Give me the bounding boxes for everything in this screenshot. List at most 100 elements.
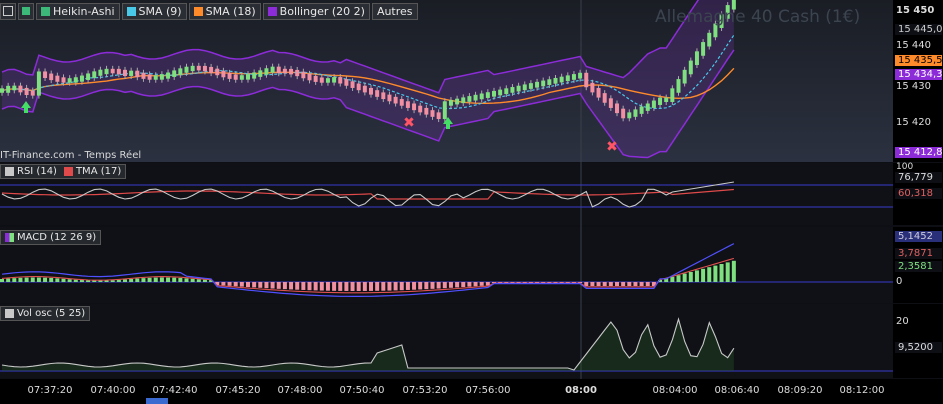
rsi-legend[interactable]: RSI (14) TMA (17) [0, 164, 127, 179]
heikin-ashi-candle [141, 72, 146, 79]
heikin-ashi-candle [658, 97, 663, 105]
macd-histogram-bar [362, 282, 367, 291]
macd-histogram-bar [356, 282, 361, 291]
heikin-ashi-candle [135, 70, 140, 78]
macd-histogram-bar [0, 279, 4, 282]
macd-histogram-bar [190, 278, 195, 282]
time-label: 07:56:00 [465, 385, 511, 396]
other-indicators-button[interactable]: Autres [371, 2, 418, 20]
heikin-ashi-candle [694, 51, 699, 66]
macd-histogram-bar [332, 282, 337, 291]
macd-histogram-bar [178, 278, 183, 282]
macd-histogram-bar [55, 278, 60, 282]
heikin-ashi-candle [369, 87, 373, 95]
heikin-ashi-candle [184, 66, 189, 73]
heikin-ashi-candle [325, 78, 330, 83]
heikin-ashi-candle [707, 32, 712, 47]
macd-histogram-bar [344, 282, 349, 291]
macd-legend[interactable]: MACD (12 26 9) [0, 230, 102, 245]
heikin-swatch-icon [41, 6, 50, 16]
macd-histogram-bar [590, 282, 595, 286]
macd-histogram-bar [61, 278, 66, 282]
macd-histogram-bar [602, 282, 607, 286]
heikin-ashi-candle [584, 72, 589, 88]
indicator-heikin-ashi[interactable]: Heikin-Ashi [36, 2, 120, 20]
heikin-ashi-candle [461, 97, 466, 104]
macd-histogram-bar [233, 282, 238, 287]
macd-histogram-bar [295, 282, 300, 290]
macd-histogram-bar [707, 267, 712, 282]
sma9-swatch-icon [126, 6, 136, 16]
heikin-ashi-candle [209, 66, 214, 74]
heikin-ashi-candle [252, 72, 257, 79]
heikin-ashi-candle [190, 65, 195, 72]
heikin-ashi-candle [485, 92, 490, 98]
macd-histogram-bar [18, 277, 23, 282]
indicator-sma-9[interactable]: SMA (9) [121, 2, 187, 20]
heikin-ashi-candle [399, 99, 404, 106]
macd-histogram-bar [301, 282, 306, 290]
sma9-value-tag: 15 445,0 [895, 24, 942, 35]
macd-histogram-bar [153, 277, 158, 282]
macd-histogram-bar [725, 262, 730, 282]
macd-histogram-bar [258, 282, 263, 288]
heikin-ashi-candle [159, 74, 164, 80]
heikin-ashi-candle [196, 65, 201, 71]
heikin-ashi-candle [233, 74, 238, 80]
macd-histogram-bar [227, 282, 232, 286]
heikin-ashi-candle [701, 42, 706, 56]
time-label: 08:06:40 [714, 385, 760, 396]
macd-histogram-bar [608, 282, 613, 286]
indicator-sma-18[interactable]: SMA (18) [188, 2, 261, 20]
heikin-ashi-candle [535, 81, 540, 88]
macd-histogram-bar [159, 277, 164, 282]
macd-histogram-bar [645, 282, 650, 286]
macd-histogram-bar [676, 275, 681, 282]
macd-histogram-bar [479, 282, 484, 286]
macd-histogram-bar [73, 279, 78, 282]
heikin-ashi-candle [541, 80, 546, 87]
time-label: 07:42:40 [152, 385, 198, 396]
macd-histogram-bar [49, 277, 54, 282]
heikin-ashi-candle [430, 110, 435, 117]
macd-histogram-bar [682, 273, 687, 282]
time-label: 07:48:00 [277, 385, 323, 396]
heikin-ashi-candle [92, 71, 97, 78]
heikin-ashi-candle [479, 93, 484, 100]
heikin-ashi-candle [688, 60, 693, 75]
indicator-label: SMA (9) [138, 4, 182, 18]
heikin-ashi-candle [55, 75, 60, 82]
heikin-ashi-candle [651, 100, 656, 108]
vol-osc-legend[interactable]: Vol osc (5 25) [0, 306, 91, 321]
macd-histogram-bar [172, 277, 177, 282]
indicator-bollinger[interactable]: Bollinger (20 2) [262, 2, 370, 20]
macd-histogram-bar [430, 282, 435, 289]
macd-histogram-bar [147, 277, 152, 282]
tma-value-tag: 60,318 [895, 188, 942, 199]
heikin-ashi-candle [424, 107, 429, 115]
heikin-ashi-candle [362, 85, 367, 93]
heikin-ashi-candle [590, 82, 595, 93]
heikin-ashi-candle [258, 70, 263, 77]
bb-upper-value-tag: 15 434,3 [895, 69, 942, 80]
macd-histogram-bar [141, 278, 146, 282]
macd-label: MACD (12 26 9) [17, 232, 97, 243]
macd-histogram-bar [6, 278, 11, 282]
macd-histogram-bar [135, 278, 140, 282]
macd-histogram-bar [442, 282, 447, 289]
macd-histogram-bar [461, 282, 466, 288]
macd-histogram-bar [731, 260, 736, 282]
chart-type-button[interactable] [18, 2, 34, 20]
chart-canvas[interactable]: ✖✖ [0, 0, 943, 404]
heikin-ashi-candle [473, 94, 478, 101]
heikin-ashi-candle [633, 109, 638, 117]
heikin-ashi-candle [615, 103, 619, 114]
chart-settings-button[interactable] [0, 2, 16, 20]
heikin-ashi-candle [86, 73, 91, 80]
heikin-ashi-candle [12, 85, 17, 91]
macd-histogram-bar [412, 282, 417, 290]
heikin-ashi-candle [455, 98, 460, 105]
timeline-scroll-handle [146, 398, 168, 404]
heikin-ashi-candle [202, 65, 207, 72]
macd-histogram-bar [239, 282, 244, 287]
